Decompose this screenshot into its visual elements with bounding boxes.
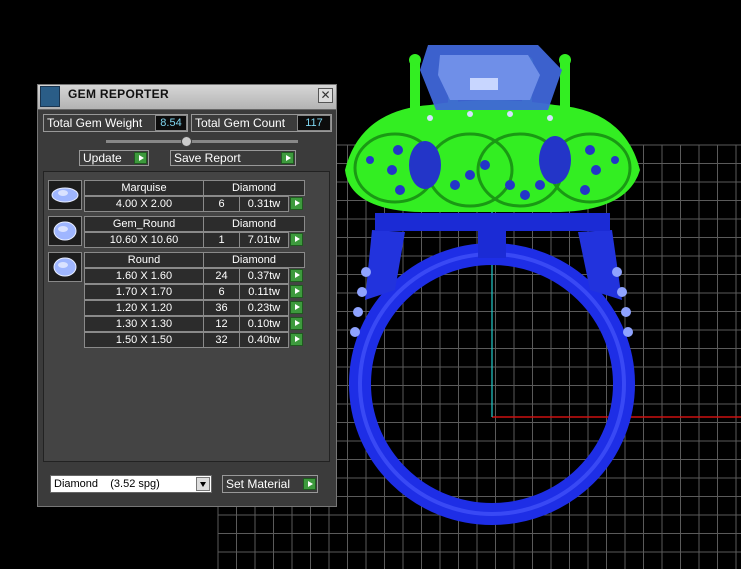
gem-count-cell: 24 [203, 268, 240, 284]
material-select[interactable]: Diamond (3.52 spg) [50, 475, 212, 493]
total-count-value: 117 [297, 115, 331, 131]
gem-size-cell: 10.60 X 10.60 [84, 232, 204, 248]
material-select-value: Diamond (3.52 spg) [54, 478, 160, 490]
gem-count-cell: 32 [203, 332, 240, 348]
gem-size-cell: 1.20 X 1.20 [84, 300, 204, 316]
gem-count-cell: 6 [203, 196, 240, 212]
gem-reporter-app-icon [40, 86, 60, 107]
select-gem-arrow-icon[interactable] [290, 317, 303, 330]
total-weight-label-text: Total Gem Weight [47, 116, 143, 130]
select-gem-arrow-icon[interactable] [290, 197, 303, 210]
gem-weight-cell: 0.10tw [239, 316, 289, 332]
marquise-gem-icon[interactable] [48, 180, 82, 210]
gem-count-cell: 6 [203, 284, 240, 300]
gem-material-header: Diamond [203, 252, 305, 268]
gem-material-header: Diamond [203, 180, 305, 196]
close-icon[interactable]: ✕ [318, 88, 333, 103]
update-arrow-icon [134, 152, 147, 164]
total-weight-value: 8.54 [155, 115, 187, 131]
gem-count-cell: 12 [203, 316, 240, 332]
chevron-down-icon[interactable] [196, 477, 210, 491]
gem-weight-cell: 0.11tw [239, 284, 289, 300]
panel-title: GEM REPORTER [68, 87, 169, 101]
set-material-button[interactable]: Set Material [222, 475, 318, 493]
update-button-label: Update [83, 151, 122, 165]
gem-weight-cell: 0.37tw [239, 268, 289, 284]
select-gem-arrow-icon[interactable] [290, 233, 303, 246]
set-material-button-label: Set Material [226, 477, 291, 491]
set-material-arrow-icon [303, 478, 316, 490]
total-count-label-text: Total Gem Count [195, 116, 286, 130]
round-gem-icon[interactable] [48, 216, 82, 246]
gem-size-cell: 1.70 X 1.70 [84, 284, 204, 300]
select-gem-arrow-icon[interactable] [290, 301, 303, 314]
slider-track[interactable] [106, 140, 298, 143]
save-report-button[interactable]: Save Report [170, 150, 296, 166]
select-gem-arrow-icon[interactable] [290, 269, 303, 282]
gem-weight-cell: 7.01tw [239, 232, 289, 248]
save-report-button-label: Save Report [174, 151, 241, 165]
select-gem-arrow-icon[interactable] [290, 333, 303, 346]
gem-weight-cell: 0.40tw [239, 332, 289, 348]
select-gem-arrow-icon[interactable] [290, 285, 303, 298]
gem-shape-header: Round [84, 252, 204, 268]
round-gem-icon[interactable] [48, 252, 82, 282]
gem-size-cell: 1.30 X 1.30 [84, 316, 204, 332]
gem-list[interactable]: Marquise Diamond 4.00 X 2.00 6 0.31tw Gem_Rou… [43, 171, 330, 462]
gem-size-cell: 1.50 X 1.50 [84, 332, 204, 348]
slider-knob[interactable] [181, 136, 192, 147]
gem-shape-header: Marquise [84, 180, 204, 196]
gem-material-header: Diamond [203, 216, 305, 232]
gem-reporter-panel: GEM REPORTER ✕ Total Gem Weight 8.54 Tot… [37, 84, 337, 507]
gem-weight-cell: 0.31tw [239, 196, 289, 212]
gem-count-cell: 36 [203, 300, 240, 316]
update-button[interactable]: Update [79, 150, 149, 166]
save-report-arrow-icon [281, 152, 294, 164]
gem-count-cell: 1 [203, 232, 240, 248]
gem-weight-cell: 0.23tw [239, 300, 289, 316]
title-bar[interactable]: GEM REPORTER ✕ [38, 85, 336, 110]
gem-size-cell: 4.00 X 2.00 [84, 196, 204, 212]
gem-shape-header: Gem_Round [84, 216, 204, 232]
gem-size-cell: 1.60 X 1.60 [84, 268, 204, 284]
